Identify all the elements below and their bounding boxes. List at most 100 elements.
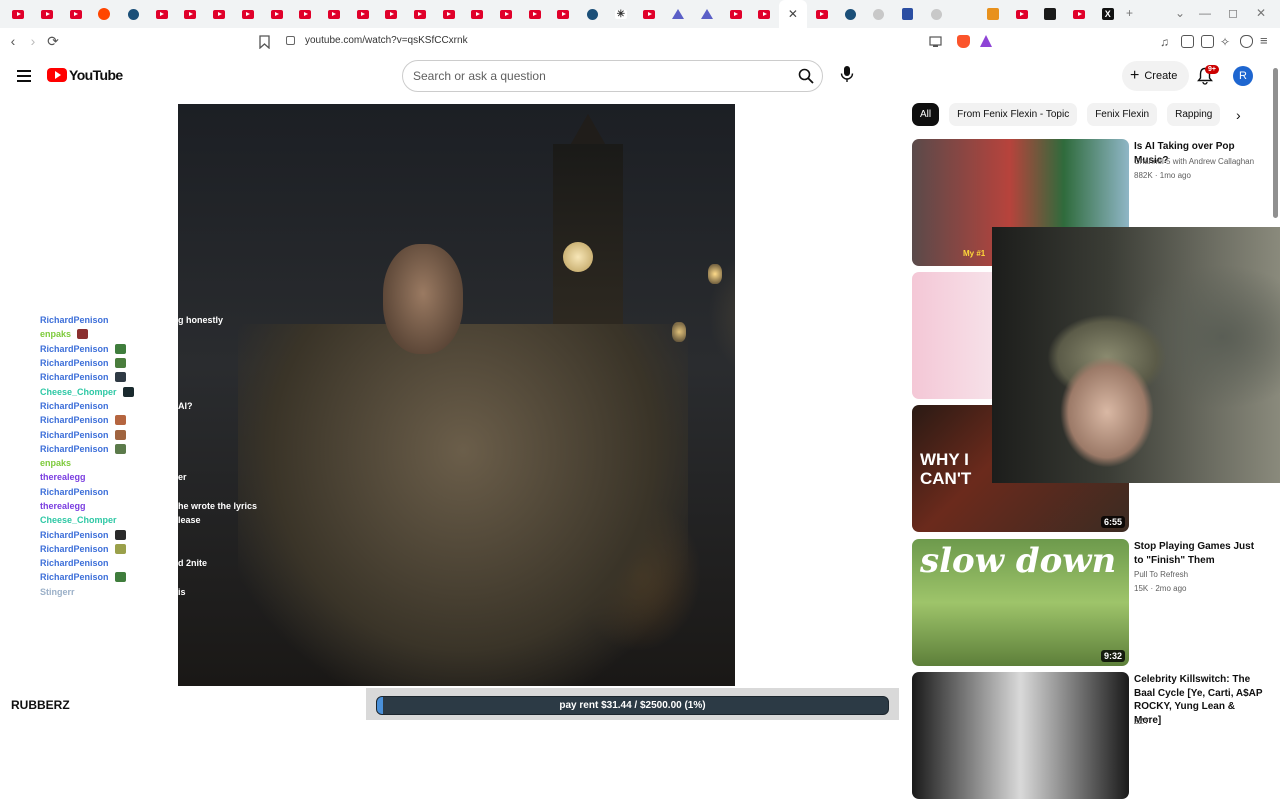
- chat-username[interactable]: RichardPenison: [40, 444, 109, 454]
- filter-chip[interactable]: Rapping: [1167, 103, 1221, 126]
- youtube-logo-text[interactable]: YouTube: [69, 67, 123, 83]
- back-arrow-icon[interactable]: ‹: [4, 33, 22, 49]
- scrollbar-thumb[interactable]: [1273, 68, 1278, 218]
- video-thumbnail[interactable]: slow down 9:32: [912, 539, 1129, 666]
- filter-chip[interactable]: From Fenix Flexin - Topic: [949, 103, 1078, 126]
- music-icon[interactable]: ♫: [1160, 35, 1173, 49]
- browser-tab[interactable]: [377, 0, 406, 28]
- browser-tab[interactable]: [406, 0, 435, 28]
- video-title[interactable]: Stop Playing Games Just to "Finish" Them: [1134, 540, 1264, 567]
- video-thumbnail[interactable]: [912, 672, 1129, 799]
- browser-tab[interactable]: [348, 0, 377, 28]
- avatar[interactable]: R: [1233, 66, 1253, 86]
- search-input[interactable]: [413, 69, 783, 83]
- chat-username[interactable]: enpaks: [40, 329, 71, 339]
- microphone-icon[interactable]: [838, 65, 856, 83]
- reload-icon[interactable]: ⟳: [44, 33, 62, 50]
- chat-username[interactable]: therealegg: [40, 472, 86, 482]
- chat-username[interactable]: RichardPenison: [40, 544, 109, 554]
- browser-tab[interactable]: [119, 0, 148, 28]
- browser-tab[interactable]: [4, 0, 33, 28]
- wallet-icon[interactable]: [1201, 35, 1214, 48]
- chat-username[interactable]: RichardPenison: [40, 415, 109, 425]
- channel-name[interactable]: Pull To Refresh: [1134, 570, 1188, 579]
- tab-search-button[interactable]: ⌄: [1175, 6, 1185, 20]
- chat-username[interactable]: RichardPenison: [40, 344, 109, 354]
- browser-tab[interactable]: [205, 0, 234, 28]
- browser-tab[interactable]: ✳: [606, 0, 635, 28]
- browser-tab[interactable]: [865, 0, 894, 28]
- chat-username[interactable]: RichardPenison: [40, 572, 109, 582]
- brave-rewards-icon[interactable]: [980, 35, 992, 47]
- browser-tab[interactable]: [61, 0, 90, 28]
- browser-tab[interactable]: [1065, 0, 1094, 28]
- chat-username[interactable]: RichardPenison: [40, 372, 109, 382]
- chat-username[interactable]: RichardPenison: [40, 487, 109, 497]
- site-info-icon[interactable]: [286, 36, 295, 45]
- browser-tab[interactable]: [176, 0, 205, 28]
- browser-tab[interactable]: [291, 0, 320, 28]
- browser-tab[interactable]: [1007, 0, 1036, 28]
- browser-tab[interactable]: [979, 0, 1008, 28]
- browser-tab[interactable]: X: [1093, 0, 1122, 28]
- forward-arrow-icon[interactable]: ›: [24, 33, 42, 49]
- chat-username[interactable]: therealegg: [40, 501, 86, 511]
- recommended-video[interactable]: Celebrity Killswitch: The Baal Cycle [Ye…: [912, 672, 1267, 799]
- chat-username[interactable]: Stingerr: [40, 587, 75, 597]
- brave-shield-icon[interactable]: [957, 35, 970, 48]
- browser-tab[interactable]: [578, 0, 607, 28]
- bookmark-icon[interactable]: [259, 35, 270, 49]
- browser-tab[interactable]: [750, 0, 779, 28]
- chat-username[interactable]: RichardPenison: [40, 358, 109, 368]
- browser-tab[interactable]: [1036, 0, 1065, 28]
- browser-tab[interactable]: ✕: [778, 0, 808, 28]
- chat-username[interactable]: RichardPenison: [40, 430, 109, 440]
- browser-tab[interactable]: [922, 0, 951, 28]
- window-close-button[interactable]: ✕: [1256, 6, 1266, 20]
- filter-chip[interactable]: All: [912, 103, 940, 126]
- browser-tab[interactable]: [463, 0, 492, 28]
- video-player[interactable]: [178, 104, 735, 686]
- browser-tab[interactable]: [234, 0, 263, 28]
- chat-username[interactable]: enpaks: [40, 458, 71, 468]
- browser-tab[interactable]: [693, 0, 722, 28]
- window-maximize-button[interactable]: ◻: [1228, 6, 1238, 20]
- browser-tab[interactable]: [635, 0, 664, 28]
- vpn-icon[interactable]: [1240, 35, 1253, 48]
- browser-tab[interactable]: [520, 0, 549, 28]
- chat-username[interactable]: Cheese_Chomper: [40, 387, 117, 397]
- new-tab-button[interactable]: +: [1126, 6, 1133, 20]
- chat-username[interactable]: RichardPenison: [40, 315, 109, 325]
- filter-chip[interactable]: Fenix Flexin: [1087, 103, 1158, 126]
- browser-tab[interactable]: [549, 0, 578, 28]
- browser-tab[interactable]: [90, 0, 119, 28]
- youtube-logo-icon[interactable]: [47, 68, 67, 82]
- browser-tab[interactable]: [262, 0, 291, 28]
- browser-tab[interactable]: [836, 0, 865, 28]
- browser-tab[interactable]: [893, 0, 922, 28]
- browser-tab[interactable]: [434, 0, 463, 28]
- browser-tab[interactable]: [320, 0, 349, 28]
- sidebar-icon[interactable]: [1181, 35, 1194, 48]
- chat-username[interactable]: RichardPenison: [40, 401, 109, 411]
- browser-tab[interactable]: [664, 0, 693, 28]
- leo-ai-icon[interactable]: ✧: [1220, 35, 1233, 49]
- browser-tab[interactable]: [33, 0, 62, 28]
- menu-icon[interactable]: ≡: [1260, 33, 1273, 48]
- channel-name[interactable]: ZZY: [1134, 717, 1149, 726]
- browser-tab[interactable]: [492, 0, 521, 28]
- browser-tab[interactable]: [147, 0, 176, 28]
- url-field[interactable]: youtube.com/watch?v=qsKSfCCxrnk: [305, 35, 468, 46]
- chat-username[interactable]: RichardPenison: [40, 530, 109, 540]
- chevron-right-icon[interactable]: ›: [1236, 107, 1241, 123]
- create-button[interactable]: + Create: [1122, 61, 1190, 91]
- channel-name[interactable]: Channel 5 with Andrew Callaghan: [1134, 157, 1254, 166]
- cast-icon[interactable]: [929, 36, 942, 48]
- browser-tab[interactable]: [721, 0, 750, 28]
- hamburger-menu-icon[interactable]: [17, 70, 31, 82]
- chat-username[interactable]: RichardPenison: [40, 558, 109, 568]
- video-title[interactable]: Celebrity Killswitch: The Baal Cycle [Ye…: [1134, 673, 1264, 727]
- window-minimize-button[interactable]: —: [1199, 6, 1211, 20]
- page-scrollbar[interactable]: [1271, 58, 1279, 720]
- chat-username[interactable]: Cheese_Chomper: [40, 515, 117, 525]
